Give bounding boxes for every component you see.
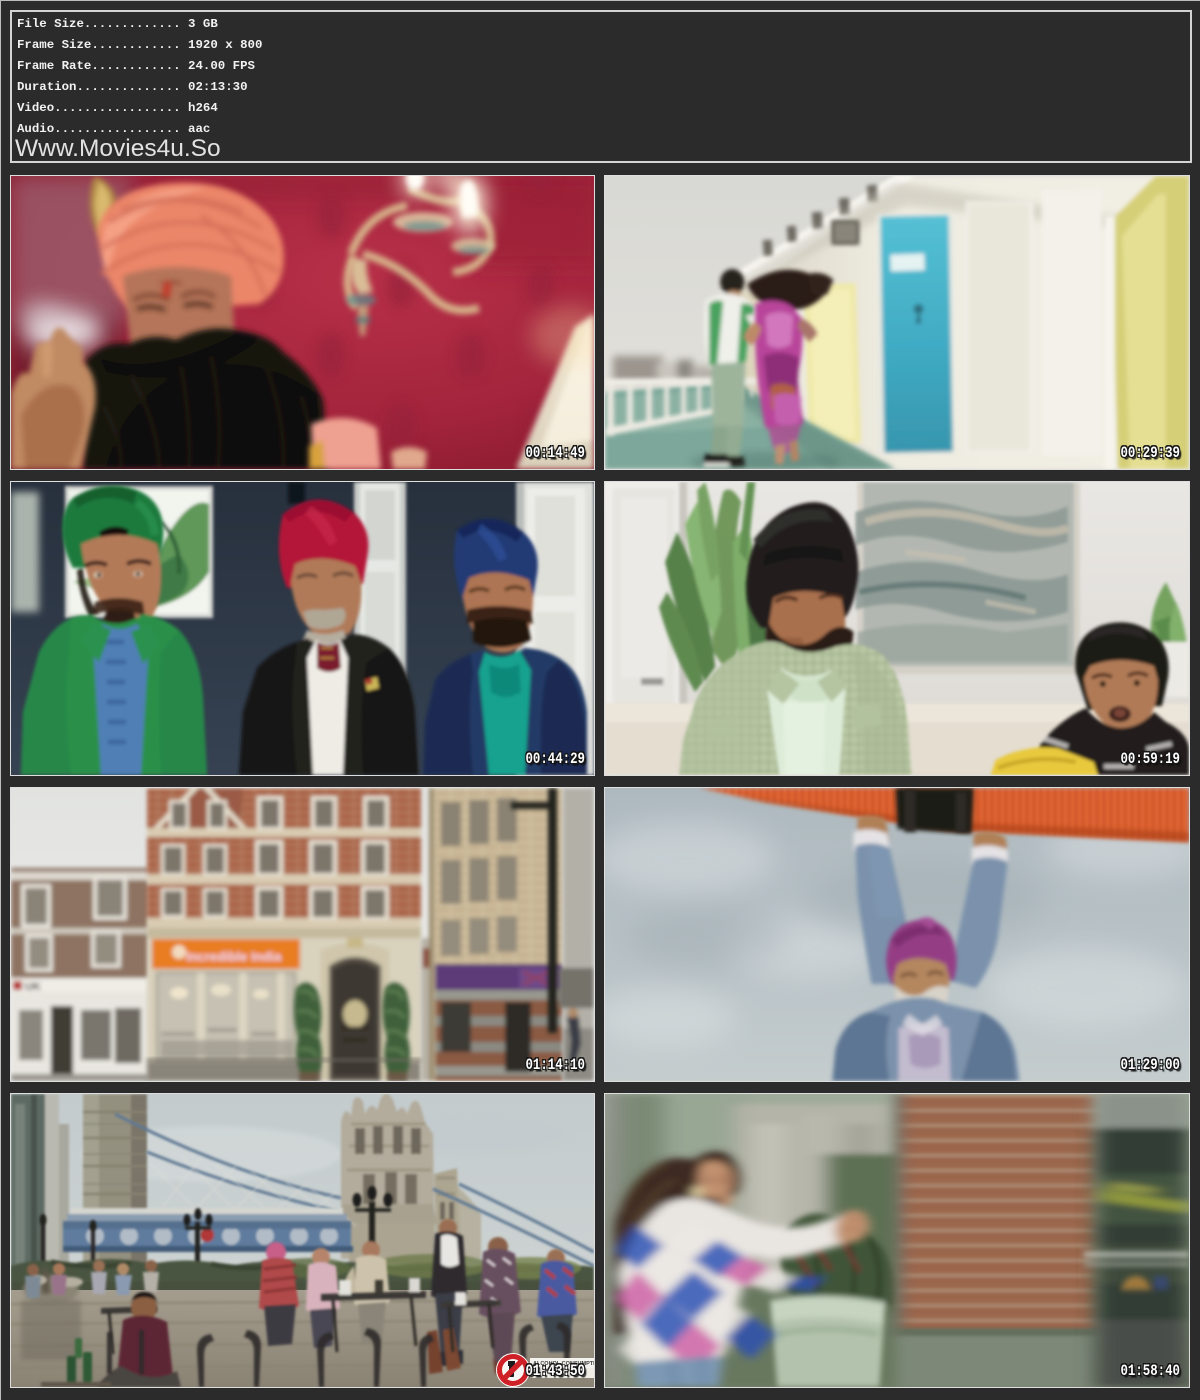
svg-text:UK: UK <box>25 981 41 993</box>
svg-text:Incredible India: Incredible India <box>186 949 282 964</box>
